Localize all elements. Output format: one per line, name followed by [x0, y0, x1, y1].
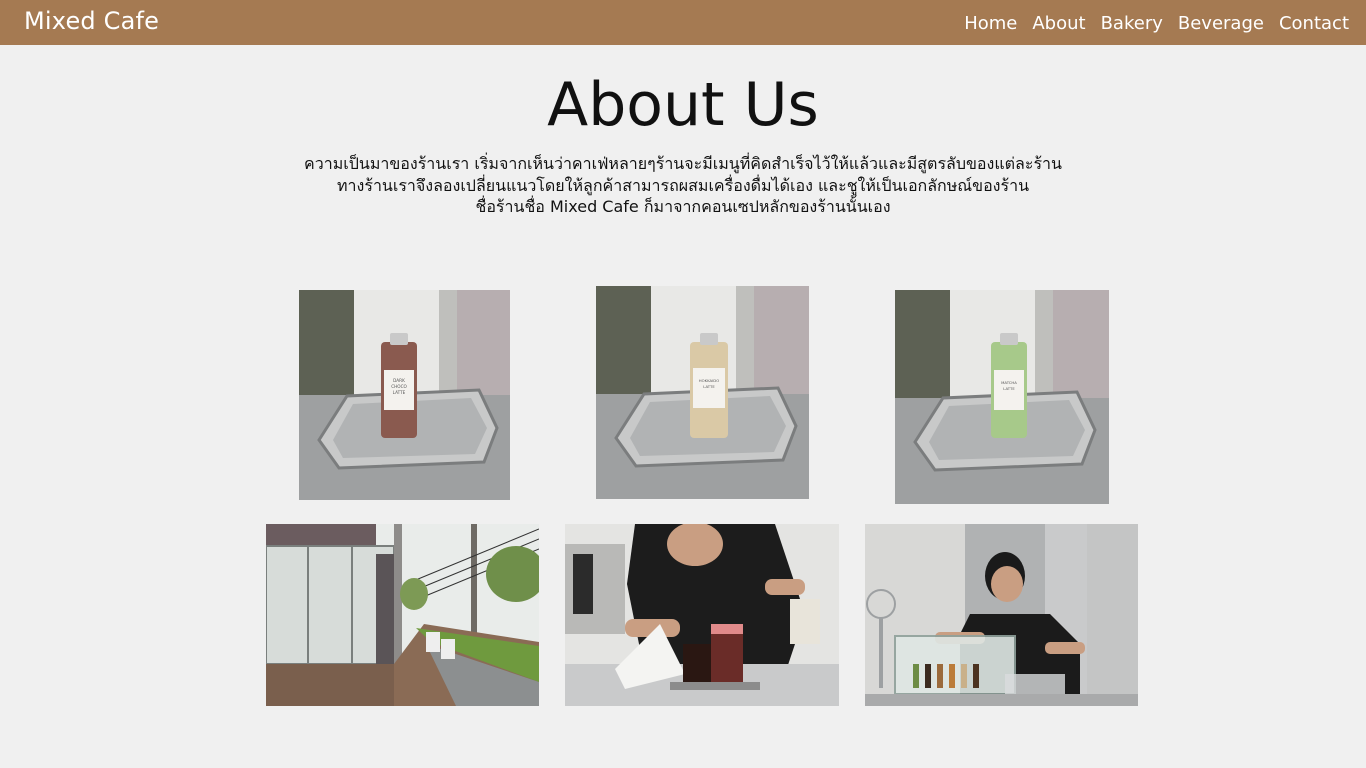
hokkaido-latte-photo: HOKKAIDO LATTE: [596, 286, 809, 499]
navbar: Mixed Cafe Home About Bakery Beverage Co…: [0, 0, 1366, 45]
nav-link-contact[interactable]: Contact: [1279, 13, 1349, 34]
nav-link-bakery[interactable]: Bakery: [1101, 13, 1163, 34]
bottle-label-line: LATTE: [1003, 386, 1015, 391]
bottle-label-line: LATTE: [703, 384, 715, 389]
dark-choco-latte-photo: DARK CHOCO LATTE: [299, 290, 510, 500]
nav-link-home[interactable]: Home: [964, 13, 1017, 34]
brand-logo-link[interactable]: Mixed Cafe: [24, 7, 159, 35]
about-paragraph-line: ชื่อร้านชื่อ Mixed Cafe ก็มาจากคอนเซปหลั…: [475, 197, 891, 216]
cafe-storefront-photo: [266, 524, 539, 706]
barista-preparing-drinks-photo: [565, 524, 839, 706]
nav-links: Home About Bakery Beverage Contact: [964, 13, 1349, 34]
about-paragraph: ความเป็นมาของร้านเรา เริ่มจากเห็นว่าคาเฟ…: [240, 153, 1126, 218]
bottle-label-line: MATCHA: [1001, 380, 1017, 385]
about-paragraph-line: ทางร้านเราจึงลองเปลี่ยนแนวโดยให้ลูกค้าสา…: [337, 175, 1029, 195]
nav-link-beverage[interactable]: Beverage: [1178, 13, 1264, 34]
bottle-label-line: LATTE: [393, 390, 406, 395]
barista-at-counter-photo: [865, 524, 1138, 706]
matcha-latte-photo: MATCHA LATTE: [895, 290, 1109, 504]
bottle-label-line: HOKKAIDO: [699, 378, 719, 383]
nav-link-about[interactable]: About: [1032, 13, 1085, 34]
bottle-label-line: DARK: [393, 378, 405, 383]
page-title: About Us: [547, 70, 819, 140]
about-paragraph-line: ความเป็นมาของร้านเรา เริ่มจากเห็นว่าคาเฟ…: [304, 154, 1062, 173]
bottle-label-line: CHOCO: [391, 384, 407, 389]
